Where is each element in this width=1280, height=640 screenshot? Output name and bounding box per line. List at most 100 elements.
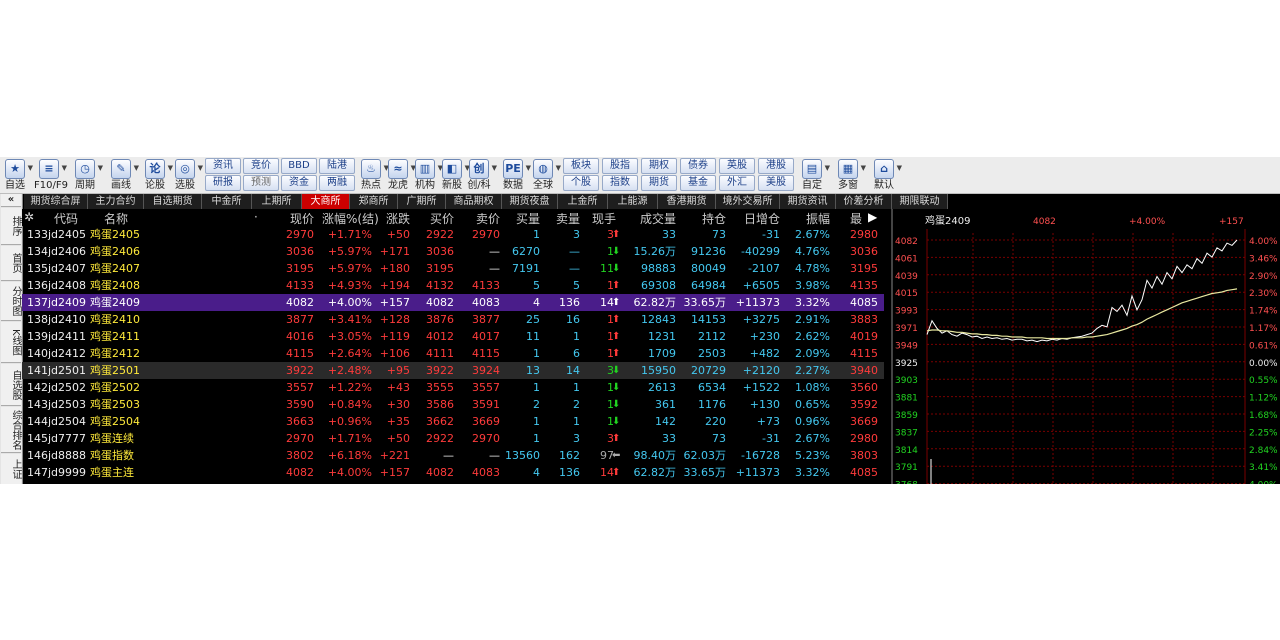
quick-button[interactable]: 资讯 — [205, 158, 241, 174]
growth-tool-button[interactable]: 创创/科 ▼ — [464, 158, 497, 192]
intraday-chart[interactable]: 鸡蛋2409 4082 +4.00% +157 4082 4061 4039 4015 3993… — [893, 209, 1280, 484]
quick-button[interactable]: 陆港 — [319, 158, 355, 174]
table-row[interactable]: 147 jd9999 鸡蛋主连 4082 +4.00% +157 4082 4083 4 136 1… — [22, 464, 884, 481]
tab-exchange[interactable]: 广期所 — [398, 194, 446, 209]
tab-exchange[interactable]: 上期所 — [252, 194, 302, 209]
column-header[interactable]: · — [254, 210, 258, 224]
table-row[interactable]: 139 jd2411 鸡蛋2411 4016 +3.05% +119 4012 4017 11 1… — [22, 328, 884, 345]
pen-tool-button[interactable]: ✎ 画线 ▼ — [106, 158, 139, 192]
globe-tool-button[interactable]: ◍ 全球 ▼ — [528, 158, 561, 192]
chevron-down-icon[interactable]: ▼ — [556, 164, 561, 172]
market-button[interactable]: 个股 — [563, 175, 599, 191]
column-header[interactable]: 名称 — [104, 210, 128, 227]
column-header[interactable]: 买价 — [412, 210, 454, 227]
custom-tool-button[interactable]: ▤ 自定 ▼ — [797, 158, 830, 192]
intraday-chart-panel[interactable]: 鸡蛋2409 4082 +4.00% +157 4082 4061 4039 4015 3993… — [891, 209, 1280, 484]
tab-exchange[interactable]: 上金所 — [558, 194, 608, 209]
column-header[interactable]: 代码 — [54, 210, 78, 227]
table-row[interactable]: 136 jd2408 鸡蛋2408 4133 +4.93% +194 4132 4133 5 5 1… — [22, 277, 884, 294]
tab-exchange[interactable]: 郑商所 — [350, 194, 398, 209]
gear-icon[interactable]: ✲ — [24, 210, 34, 224]
table-row[interactable]: 140 jd2412 鸡蛋2412 4115 +2.64% +106 4111 4115 1 6 1… — [22, 345, 884, 362]
market-button[interactable]: 美股 — [758, 175, 794, 191]
tab-exchange[interactable]: 大商所 — [302, 194, 350, 209]
market-button[interactable]: 指数 — [602, 175, 638, 191]
table-row[interactable]: 138 jd2410 鸡蛋2410 3877 +3.41% +128 3876 3877 25 1… — [22, 311, 884, 328]
chevron-down-icon[interactable]: ▼ — [98, 164, 103, 172]
left-nav-item[interactable]: 排序 — [1, 208, 21, 245]
market-button[interactable]: 基金 — [680, 175, 716, 191]
tab-exchange[interactable]: 中金所 — [202, 194, 252, 209]
tab-exchange[interactable]: 自选期货 — [144, 194, 202, 209]
quick-button[interactable]: 资金 — [281, 175, 317, 191]
column-header[interactable]: 涨幅%(结) — [322, 210, 379, 227]
left-nav-item[interactable]: 分时图 — [1, 282, 21, 321]
chevron-down-icon[interactable]: ▼ — [198, 164, 203, 172]
tab-exchange[interactable]: 期限联动 — [892, 194, 948, 209]
column-header[interactable]: 振幅 — [782, 210, 830, 227]
chevron-down-icon[interactable]: ▼ — [897, 164, 902, 172]
market-button[interactable]: 港股 — [758, 158, 794, 174]
quick-button[interactable]: 研报 — [205, 175, 241, 191]
quick-button[interactable]: BBD — [281, 158, 317, 174]
star-tool-button[interactable]: ★ 自选 ▼ — [0, 158, 33, 192]
left-nav-item[interactable]: K线图 — [1, 322, 21, 363]
tab-exchange[interactable]: 上能源 — [608, 194, 658, 209]
tab-exchange[interactable]: 价差分析 — [836, 194, 892, 209]
column-header[interactable]: 最 — [850, 210, 862, 227]
chevron-down-icon[interactable]: ▼ — [28, 164, 33, 172]
table-row[interactable]: 135 jd2407 鸡蛋2407 3195 +5.97% +180 3195—7191—1… — [22, 260, 884, 277]
left-nav-item[interactable]: 综合排名 — [1, 407, 21, 453]
column-header[interactable]: 卖价 — [456, 210, 500, 227]
quick-button[interactable]: 预测 — [243, 175, 279, 191]
column-header[interactable]: 日增仓 — [728, 210, 780, 227]
tab-exchange[interactable]: 境外交易所 — [716, 194, 780, 209]
tab-exchange[interactable]: 主力合约 — [88, 194, 144, 209]
pe-tool-button[interactable]: PE 数据 ▼ — [498, 158, 531, 192]
tab-exchange[interactable]: 期货夜盘 — [502, 194, 558, 209]
table-row[interactable]: 142 jd2502 鸡蛋2502 3557 +1.22% +43 3555 3557 1 1 1 2… — [22, 379, 884, 396]
scroll-right-icon[interactable]: ▶ — [868, 210, 877, 224]
tab-exchange[interactable]: 期货综合屏 — [24, 194, 88, 209]
chevron-down-icon[interactable]: ▼ — [825, 164, 830, 172]
quick-button[interactable]: 两融 — [319, 175, 355, 191]
chevron-down-icon[interactable]: ▼ — [134, 164, 139, 172]
table-row[interactable]: 134 jd2406 鸡蛋2406 3036 +5.97% +171 3036—6270—1… — [22, 243, 884, 260]
table-row[interactable]: 133 jd2405 鸡蛋2405 2970 +1.71% +50 2922 2970 1 3 3 3… — [22, 226, 884, 243]
tab-exchange[interactable]: 期货资讯 — [780, 194, 836, 209]
market-button[interactable]: 英股 — [719, 158, 755, 174]
column-header[interactable]: 现价 — [284, 210, 314, 227]
market-button[interactable]: 股指 — [602, 158, 638, 174]
chat-tool-button[interactable]: 论论股 ▼ — [140, 158, 173, 192]
market-button[interactable]: 期权 — [641, 158, 677, 174]
chevron-down-icon[interactable]: ▼ — [861, 164, 866, 172]
market-button[interactable]: 债券 — [680, 158, 716, 174]
table-row[interactable]: 146 jd8888 鸡蛋指数 3802 +6.18% +221— —13560 162 97 9… — [22, 447, 884, 464]
chevron-down-icon[interactable]: ▼ — [62, 164, 67, 172]
table-row[interactable]: 144 jd2504 鸡蛋2504 3663 +0.96% +35 3662 3669 1 1 1 1… — [22, 413, 884, 430]
new-stock-tool-button[interactable]: ◧ 新股 ▼ — [437, 158, 470, 192]
column-header[interactable]: 持仓 — [678, 210, 726, 227]
table-row[interactable]: 143 jd2503 鸡蛋2503 3590 +0.84% +30 3586 3591 2 2 1 3… — [22, 396, 884, 413]
home-tool-button[interactable]: ⌂ 默认 ▼ — [869, 158, 902, 192]
dragon-tool-button[interactable]: ≈ 龙虎 ▼ — [383, 158, 416, 192]
left-nav-item[interactable]: 上证 — [1, 454, 21, 484]
table-row[interactable]: 145 jd7777 鸡蛋连续 2970 +1.71% +50 2922 2970 1 3 3 33 7… — [22, 430, 884, 447]
fire-tool-button[interactable]: ♨ 热点 ▼ — [356, 158, 389, 192]
tab-exchange[interactable]: 商品期权 — [446, 194, 502, 209]
tab-exchange[interactable]: 香港期货 — [658, 194, 716, 209]
filter-tool-button[interactable]: ◎ 选股 ▼ — [170, 158, 203, 192]
column-header[interactable]: 买量 — [502, 210, 540, 227]
building-tool-button[interactable]: ▥ 机构 ▼ — [410, 158, 443, 192]
market-button[interactable]: 期货 — [641, 175, 677, 191]
column-header[interactable]: 成交量 — [622, 210, 676, 227]
chevron-down-icon[interactable]: ▼ — [492, 164, 497, 172]
column-header[interactable]: 卖量 — [542, 210, 580, 227]
double-chevron-left-icon[interactable]: « — [1, 194, 21, 207]
table-row[interactable]: 141 jd2501 鸡蛋2501 3922 +2.48% +95 3922 3924 13 14… — [22, 362, 884, 379]
table-row[interactable]: 137 jd2409 鸡蛋2409 4082 +4.00% +157 4082 4083 4 13… — [22, 294, 884, 311]
quick-button[interactable]: 竞价 — [243, 158, 279, 174]
multi-window-tool-button[interactable]: ▦ 多窗 ▼ — [833, 158, 866, 192]
column-header[interactable]: 现手 — [582, 210, 616, 227]
left-nav-item[interactable]: 首页 — [1, 246, 21, 281]
